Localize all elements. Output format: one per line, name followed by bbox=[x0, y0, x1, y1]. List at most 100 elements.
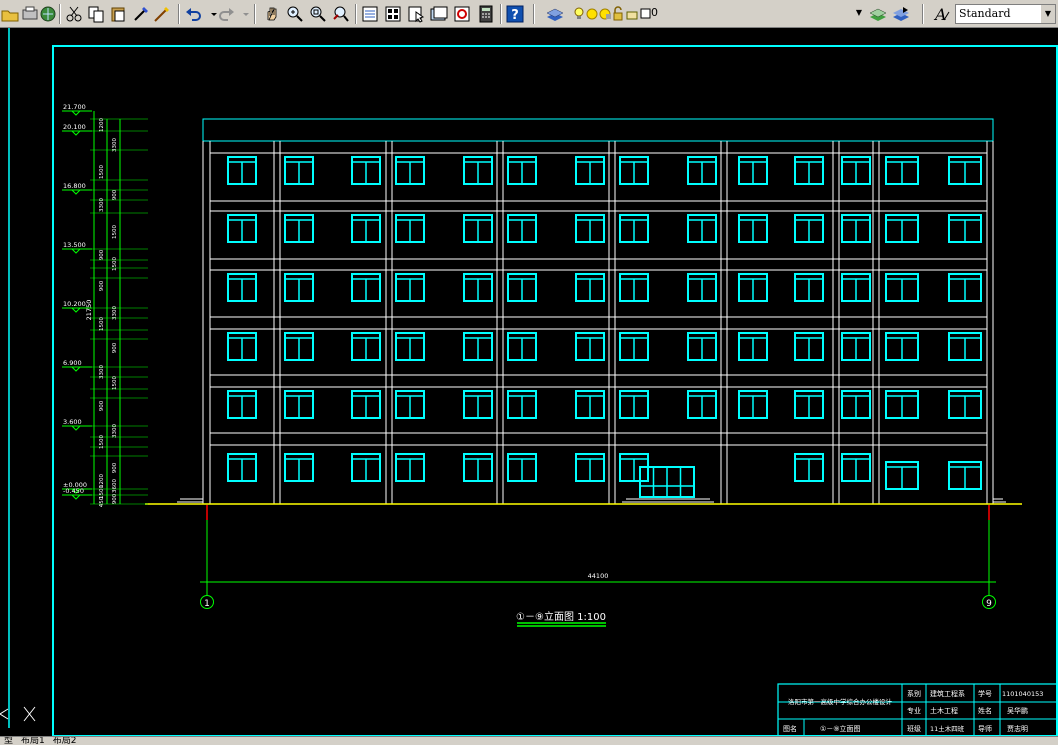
window bbox=[227, 453, 257, 482]
tab-layout1[interactable]: 布局1 bbox=[17, 737, 49, 745]
layer-viewport-freeze-icon[interactable] bbox=[595, 4, 611, 24]
height-dimension-label: 1500 bbox=[112, 257, 118, 271]
axis-bubble-label: 1 bbox=[204, 599, 210, 609]
text-style-icon[interactable]: A bbox=[932, 4, 952, 24]
design-center-icon[interactable] bbox=[383, 4, 403, 24]
total-height-label: 21750 bbox=[85, 300, 93, 321]
text-style-dropdown[interactable]: Standard ▼ bbox=[955, 4, 1056, 24]
title-block-text: 吴华鹏 bbox=[1007, 706, 1028, 715]
window bbox=[351, 156, 381, 185]
window bbox=[395, 453, 425, 482]
tab-layout2[interactable]: 布局2 bbox=[49, 737, 81, 745]
title-block-text: 系别 bbox=[907, 689, 921, 698]
svg-text:?: ? bbox=[511, 8, 519, 23]
redo-icon[interactable] bbox=[216, 4, 236, 24]
title-block: 洛阳市第一高级中学综合办公楼设计 系别 建筑工程系 学号 1101040153 专业 土木工… bbox=[777, 683, 1058, 736]
height-dimension-label: 3300 bbox=[112, 306, 118, 320]
window bbox=[738, 156, 768, 185]
window bbox=[575, 332, 605, 361]
zoom-previous-icon[interactable] bbox=[331, 4, 351, 24]
window bbox=[284, 332, 314, 361]
window bbox=[794, 332, 824, 361]
window bbox=[885, 390, 919, 419]
block-editor-icon[interactable] bbox=[152, 4, 172, 24]
pan-icon[interactable] bbox=[262, 4, 282, 24]
zoom-realtime-icon[interactable] bbox=[285, 4, 305, 24]
sheet-set-manager-icon[interactable] bbox=[429, 4, 449, 24]
window bbox=[395, 390, 425, 419]
window bbox=[687, 390, 717, 419]
layer-lock-icon[interactable] bbox=[608, 4, 623, 24]
layer-plot-icon[interactable] bbox=[622, 4, 638, 24]
properties-icon[interactable] bbox=[360, 4, 380, 24]
drawing-canvas[interactable]: 21.700 20.100 16.800 13.500 10.200 6.900 3.600… bbox=[0, 28, 1058, 736]
elevation-marker bbox=[71, 110, 81, 116]
window bbox=[738, 332, 768, 361]
title-block-text: 学号 bbox=[978, 689, 992, 698]
height-dimension-label: 3300 bbox=[99, 365, 105, 379]
window bbox=[227, 156, 257, 185]
zoom-window-icon[interactable] bbox=[308, 4, 328, 24]
window bbox=[507, 390, 537, 419]
elevation-marker bbox=[71, 307, 81, 313]
window bbox=[841, 453, 871, 482]
quickcalc-icon[interactable] bbox=[476, 4, 496, 24]
window bbox=[619, 332, 649, 361]
plot-icon[interactable] bbox=[20, 4, 40, 24]
layer-thaw-sun-icon[interactable] bbox=[582, 4, 598, 24]
layer-on-lightbulb-icon[interactable] bbox=[569, 4, 584, 24]
chevron-down-icon[interactable]: ▼ bbox=[1041, 5, 1055, 23]
window bbox=[351, 273, 381, 302]
vertical-dimensions: 21.700 20.100 16.800 13.500 10.200 6.900 3.600… bbox=[62, 103, 148, 507]
copy-icon[interactable] bbox=[86, 4, 106, 24]
undo-icon[interactable] bbox=[184, 4, 204, 24]
elevation-label: 10.200 bbox=[63, 300, 86, 308]
help-icon[interactable]: ? bbox=[505, 4, 525, 24]
layer-properties-icon[interactable] bbox=[545, 4, 565, 24]
height-dimension-label: 3600 bbox=[112, 479, 118, 493]
elevation-label: 20.100 bbox=[63, 123, 86, 131]
publish-icon[interactable] bbox=[38, 4, 58, 24]
cut-icon[interactable] bbox=[64, 4, 84, 24]
window bbox=[885, 214, 919, 243]
window bbox=[463, 390, 493, 419]
window bbox=[575, 390, 605, 419]
window bbox=[395, 273, 425, 302]
window bbox=[351, 453, 381, 482]
toolbar-separator bbox=[533, 4, 535, 24]
layer-dropdown[interactable]: 0 ▼ bbox=[648, 4, 866, 24]
chevron-down-icon[interactable]: ▼ bbox=[852, 4, 866, 22]
open-icon[interactable] bbox=[0, 4, 20, 24]
window bbox=[841, 214, 871, 243]
elevation-label: 21.700 bbox=[63, 103, 86, 111]
window bbox=[575, 273, 605, 302]
elevation-marker bbox=[71, 494, 81, 500]
layer-dropdown-value: 0 bbox=[651, 6, 658, 19]
redo-dropdown-icon[interactable] bbox=[236, 4, 249, 24]
view-title: ①－⑨立面图 1:100 bbox=[516, 610, 606, 623]
height-dimension-label: 1500 bbox=[99, 165, 105, 179]
window bbox=[507, 273, 537, 302]
undo-dropdown-icon[interactable] bbox=[204, 4, 217, 24]
tool-palettes-icon[interactable] bbox=[406, 4, 426, 24]
match-properties-icon[interactable] bbox=[131, 4, 151, 24]
window bbox=[463, 453, 493, 482]
layer-color-swatch-icon[interactable] bbox=[636, 4, 651, 24]
ucs-icon bbox=[0, 706, 36, 722]
paste-icon[interactable] bbox=[108, 4, 128, 24]
window bbox=[507, 453, 537, 482]
window bbox=[794, 453, 824, 482]
layer-previous-icon[interactable] bbox=[891, 4, 911, 24]
window bbox=[619, 214, 649, 243]
elevation-label: 13.500 bbox=[63, 241, 86, 249]
make-object-layer-current-icon[interactable] bbox=[868, 4, 888, 24]
markup-set-manager-icon[interactable] bbox=[452, 4, 472, 24]
window bbox=[948, 214, 982, 243]
title-block-text: 专业 bbox=[907, 706, 921, 715]
tab-model[interactable]: 型 bbox=[0, 737, 17, 745]
height-dimension-label: 1500 bbox=[112, 376, 118, 390]
window bbox=[619, 390, 649, 419]
window-group bbox=[227, 156, 982, 490]
window bbox=[284, 214, 314, 243]
height-dimension-label: 900 bbox=[99, 249, 105, 260]
